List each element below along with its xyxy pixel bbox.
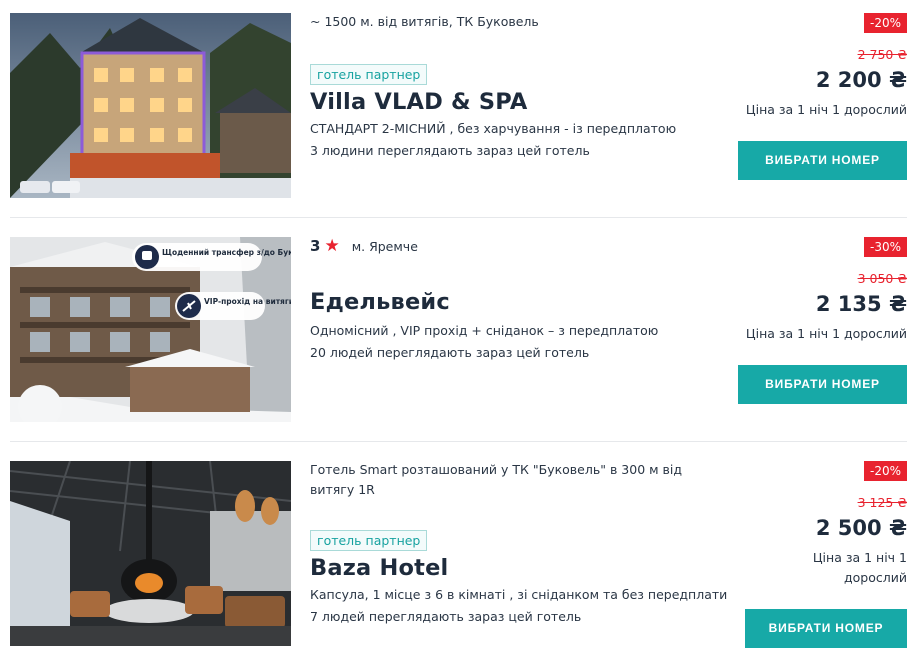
price-per-night: Ціна за 1 ніч 1 дорослий — [745, 102, 907, 117]
hotel-card: Щоденний трансфер з/до Буковелю VIP-прох… — [10, 218, 907, 441]
viewers-count: 20 людей переглядають зараз цей готель — [310, 345, 590, 360]
hotel-location: ~ 1500 м. від витягів, ТК Буковель — [310, 14, 539, 29]
room-description: Капсула, 1 місце з 6 в кімнаті , зі снід… — [310, 587, 728, 602]
hotel-name[interactable]: Villa VLAD & SPA — [310, 87, 750, 117]
price-per-night: Ціна за 1 ніч 1 дорослий — [812, 550, 907, 585]
hotel-photo[interactable]: Щоденний трансфер з/до Буковелю VIP-прох… — [10, 237, 291, 422]
price-per-night: Ціна за 1 ніч 1 дорослий — [745, 326, 907, 341]
hotel-stars: 3 ★ м. Яремче — [310, 237, 418, 255]
hotel-card: ~ 1500 м. від витягів, ТК Буковель готел… — [10, 0, 907, 217]
partner-badge: готель партнер — [310, 530, 428, 551]
old-price: 2 750 ₴ — [857, 47, 907, 62]
room-description: Одномісний , VIP прохід + сніданок – з п… — [310, 323, 659, 338]
discount-badge: -20% — [863, 461, 907, 481]
select-room-button[interactable]: ВИБРАТИ НОМЕР — [738, 141, 907, 180]
viewers-count: 3 людини переглядають зараз цей готель — [310, 143, 590, 158]
hotel-location: Готель Smart розташований у ТК "Буковель… — [310, 462, 683, 497]
vip-badge-text: VIP-прохід на витяги — [204, 297, 291, 306]
discount-badge: -20% — [863, 13, 907, 33]
hotel-info: ~ 1500 м. від витягів, ТК Буковель готел… — [310, 12, 750, 162]
old-price: 3 125 ₴ — [857, 495, 907, 510]
transfer-badge-text: Щоденний трансфер з/до Буковелю — [162, 248, 291, 257]
hotel-name[interactable]: Baza Hotel — [310, 553, 750, 583]
hotel-info: Готель Smart розташований у ТК "Буковель… — [310, 460, 750, 628]
price: 2 500 ₴ — [815, 516, 907, 540]
partner-badge: готель партнер — [310, 64, 428, 85]
hotel-photo[interactable] — [10, 13, 291, 198]
select-room-button[interactable]: ВИБРАТИ НОМЕР — [745, 609, 907, 648]
hotel-card: Готель Smart розташований у ТК "Буковель… — [10, 442, 907, 658]
room-description: СТАНДАРТ 2-МІСНИЙ , без харчування - із … — [310, 121, 677, 136]
hotel-name[interactable]: Едельвейс — [310, 287, 750, 317]
price-block: -30% 3 050 ₴ 2 135 ₴ Ціна за 1 ніч 1 дор… — [727, 236, 907, 406]
price-block: -20% 2 750 ₴ 2 200 ₴ Ціна за 1 ніч 1 дор… — [727, 12, 907, 182]
discount-badge: -30% — [863, 237, 907, 257]
hotel-photo[interactable] — [10, 461, 291, 646]
star-count: 3 — [310, 237, 321, 255]
star-icon: ★ — [324, 235, 340, 256]
viewers-count: 7 людей переглядають зараз цей готель — [310, 609, 582, 624]
price: 2 200 ₴ — [815, 68, 907, 92]
old-price: 3 050 ₴ — [857, 271, 907, 286]
select-room-button[interactable]: ВИБРАТИ НОМЕР — [738, 365, 907, 404]
hotel-info: 3 ★ м. Яремче Едельвейс Одномісний , VIP… — [310, 236, 750, 364]
hotel-city: м. Яремче — [351, 238, 418, 254]
price: 2 135 ₴ — [815, 292, 907, 316]
